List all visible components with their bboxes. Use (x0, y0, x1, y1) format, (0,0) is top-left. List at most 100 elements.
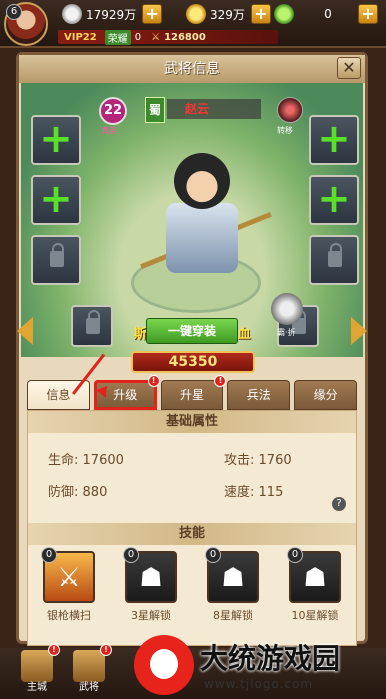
hero-power: 45350 (131, 351, 255, 373)
close-button[interactable]: ✕ (337, 57, 361, 79)
silver-amount: 17929万 (86, 7, 137, 22)
watermark-title: 大统游戏园 (200, 642, 341, 675)
hero-scene: + + + + 22 真英 蜀 赵云 转移 霸·折 斯伤追击，掠夺回血 (21, 83, 363, 357)
plus-icon: + (317, 176, 351, 222)
power-icon: ⚔ (151, 31, 161, 43)
site-watermark: 大统游戏园 www.tjlogo.com (134, 633, 382, 695)
attr-atk-label: 攻击: (224, 453, 255, 468)
top-resource-bar: 6 17929万 + 329万 + 0 + VIP22 荣耀 0 ⚔ 12680… (0, 0, 386, 48)
companion-icon[interactable] (271, 293, 303, 325)
tab-tactics[interactable]: 兵法 (227, 380, 291, 410)
skill-item[interactable]: 0 ☗ 3星解锁 (121, 547, 181, 623)
attr-hp-label: 生命: (48, 453, 79, 468)
nav-heroes-label: 武将 (79, 682, 99, 693)
basic-attributes-title: 基础属性 (28, 411, 356, 433)
skill-icon: 0 ☗ (287, 547, 341, 603)
hero-body (166, 203, 238, 273)
equip-slot-left-3[interactable] (31, 235, 81, 285)
honor-label: 荣耀 (104, 29, 131, 45)
vip-row: VIP22 荣耀 0 ⚔ 126800 (58, 29, 278, 45)
hero-info-panel: 武将信息 ✕ + + + + 22 真英 蜀 赵云 转移 霸·折 斯伤追击，掠夺… (16, 52, 368, 646)
notification-badge: ! (100, 644, 112, 656)
honor-value: 0 (134, 31, 142, 43)
tab-star-up[interactable]: 升星 ! (160, 375, 227, 410)
attr-spd: 速度: 115 (224, 481, 283, 500)
skill-label: 8星解锁 (213, 609, 253, 622)
player-avatar[interactable]: 6 (4, 2, 48, 46)
notification-badge: ! (147, 375, 160, 387)
help-icon[interactable]: ? (332, 497, 346, 511)
plus-icon: + (39, 176, 73, 222)
attr-def: 防御: 880 (48, 481, 107, 500)
attr-atk-value: 1760 (258, 453, 292, 468)
skill-level: 0 (287, 547, 303, 563)
silver-resource: 17929万 + (62, 4, 163, 24)
notification-badge: ! (48, 644, 60, 656)
skill-icon: 0 ☗ (205, 547, 259, 603)
transfer-label: 转移 (277, 126, 293, 135)
vip-level: VIP22 (64, 31, 97, 43)
hero-faction-tag: 蜀 (145, 97, 165, 123)
add-silver-button[interactable]: + (142, 4, 163, 24)
hero-head (174, 153, 230, 209)
tab-upgrade-label: 升级 (113, 388, 138, 402)
attr-atk: 攻击: 1760 (224, 449, 292, 468)
skill-level: 0 (123, 547, 139, 563)
hero-tabs: 信息 升级 ! 升星 ! 兵法 缘分 (27, 375, 357, 410)
skill-label: 银枪横扫 (47, 609, 91, 622)
add-jade-button[interactable]: + (358, 4, 378, 24)
gold-amount: 329万 (210, 7, 245, 22)
equip-slot-left-1[interactable]: + (31, 115, 81, 165)
watermark-logo-icon (134, 635, 194, 695)
skill-level: 0 (41, 547, 57, 563)
skill-label: 3星解锁 (131, 609, 171, 622)
attr-hp-value: 17600 (82, 453, 124, 468)
skill-label: 10星解锁 (291, 609, 339, 622)
player-level-badge: 6 (6, 4, 22, 20)
skill-item[interactable]: 0 ⚔ 银枪横扫 (39, 547, 99, 623)
skill-level: 0 (205, 547, 221, 563)
attr-def-value: 880 (82, 485, 108, 500)
transfer-icon[interactable] (277, 97, 303, 123)
equip-slot-left-2[interactable]: + (31, 175, 81, 225)
castle-icon (21, 650, 53, 682)
skill-item[interactable]: 0 ☗ 8星解锁 (203, 547, 263, 623)
skill-icon: 0 ⚔ (41, 547, 95, 603)
equip-slot-right-1[interactable]: + (309, 115, 359, 165)
attr-spd-value: 115 (258, 485, 284, 500)
jade-amount: 0 (324, 7, 332, 21)
hero-name: 赵云 (167, 99, 261, 119)
lock-icon (50, 243, 64, 267)
gold-coin-icon (186, 4, 206, 24)
nav-main-city[interactable]: 主城 ! (16, 644, 60, 699)
hero-icon (73, 650, 105, 682)
player-power: 126800 (164, 31, 206, 43)
equip-slot-right-2[interactable]: + (309, 175, 359, 225)
attr-spd-label: 速度: (224, 485, 255, 500)
hero-character[interactable] (140, 143, 272, 293)
equip-slot-right-3[interactable] (309, 235, 359, 285)
tab-content: 基础属性 生命: 17600 攻击: 1760 防御: 880 速度: 115 … (27, 410, 357, 646)
attribute-grid: 生命: 17600 攻击: 1760 防御: 880 速度: 115 ? (28, 433, 356, 523)
jade-icon (274, 4, 294, 24)
panel-title: 武将信息 (19, 55, 365, 83)
jade-resource: 0 + (274, 4, 378, 24)
tab-star-up-label: 升星 (179, 388, 204, 402)
notification-badge: ! (214, 375, 227, 387)
plus-icon: + (317, 116, 351, 162)
hero-level: 22 (99, 97, 127, 125)
watermark-url: www.tjlogo.com (204, 677, 314, 691)
lock-icon (328, 243, 342, 267)
tab-fate[interactable]: 缘分 (294, 380, 357, 410)
nav-heroes[interactable]: 武将 ! (68, 644, 112, 699)
skills-row: 0 ⚔ 银枪横扫 0 ☗ 3星解锁 0 ☗ 8星解锁 0 ☗ 10星解锁 (28, 545, 356, 623)
attr-def-label: 防御: (48, 485, 79, 500)
add-gold-button[interactable]: + (250, 4, 271, 24)
skills-title: 技能 (28, 523, 356, 545)
nav-main-city-label: 主城 (27, 682, 47, 693)
skill-icon: 0 ☗ (123, 547, 177, 603)
skill-item[interactable]: 0 ☗ 10星解锁 (285, 547, 345, 623)
hero-level-caption: 真英 (101, 126, 117, 135)
silver-coin-icon (62, 4, 82, 24)
equip-all-button[interactable]: 一键穿装 (146, 318, 238, 344)
